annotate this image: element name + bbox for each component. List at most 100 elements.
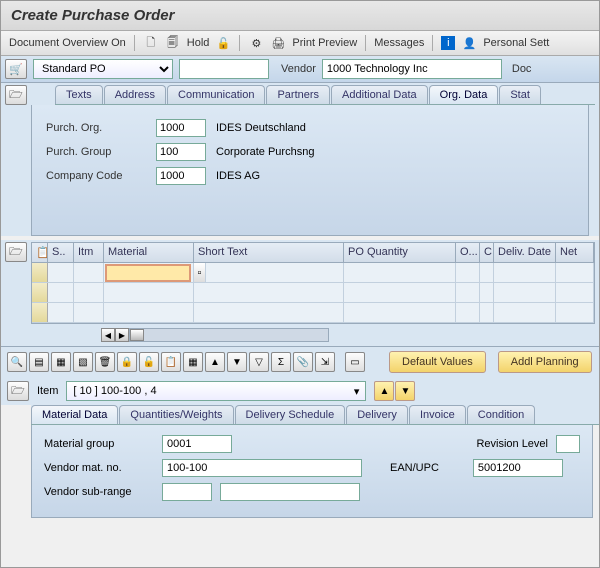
app-toolbar: Document Overview On 🗋 🗐 Hold 🔓 ⚙ 🖨 Print… bbox=[1, 31, 599, 56]
tab-delivery[interactable]: Delivery bbox=[346, 405, 408, 424]
tab-quantities[interactable]: Quantities/Weights bbox=[119, 405, 233, 424]
col-net[interactable]: Net bbox=[556, 243, 594, 262]
purch-org-input[interactable] bbox=[156, 119, 206, 137]
vendor-subrange-text[interactable] bbox=[220, 483, 360, 501]
purch-group-input[interactable] bbox=[156, 143, 206, 161]
col-item[interactable]: Itm bbox=[74, 243, 104, 262]
collapse-detail-icon[interactable]: 🗁 bbox=[7, 381, 29, 401]
col-material[interactable]: Material bbox=[104, 243, 194, 262]
cart-icon[interactable]: 🛒 bbox=[5, 59, 27, 79]
export-icon[interactable]: ⇲ bbox=[315, 352, 335, 372]
items-grid: 📋 S.. Itm Material Short Text PO Quantit… bbox=[31, 242, 595, 324]
revision-level-label: Revision Level bbox=[476, 438, 548, 450]
simulate-icon[interactable]: ⚙ bbox=[248, 35, 264, 51]
unlock-icon[interactable]: 🔓 bbox=[139, 352, 159, 372]
sum-icon[interactable]: Σ bbox=[271, 352, 291, 372]
page-title: Create Purchase Order bbox=[1, 1, 599, 31]
items-toolbar: 🔍 ▤ ▦ ▧ 🗑 🔒 🔓 📋 ▦ ▲ ▼ ▽ Σ 📎 ⇲ ▭ Default … bbox=[1, 346, 599, 377]
item-down-icon[interactable]: ▼ bbox=[395, 381, 415, 401]
ean-label: EAN/UPC bbox=[390, 462, 439, 474]
po-number-input[interactable] bbox=[179, 59, 269, 79]
check-icon[interactable]: 🔓 bbox=[215, 35, 231, 51]
col-status[interactable]: S.. bbox=[48, 243, 74, 262]
detail-icon[interactable]: 🔍 bbox=[7, 352, 27, 372]
new-doc-icon[interactable]: 🗋 bbox=[143, 35, 159, 51]
material-group-label: Material group bbox=[44, 438, 154, 450]
col-po-qty[interactable]: PO Quantity bbox=[344, 243, 456, 262]
collapse-header-icon[interactable]: 🗁 bbox=[5, 85, 27, 105]
personal-icon[interactable]: 👤 bbox=[461, 35, 477, 51]
col-selector[interactable]: 📋 bbox=[32, 243, 48, 262]
table-row[interactable]: ▫ bbox=[32, 263, 594, 283]
layout3-icon[interactable]: ▧ bbox=[73, 352, 93, 372]
item-label: Item bbox=[37, 385, 58, 397]
sort-desc-icon[interactable]: ▼ bbox=[227, 352, 247, 372]
info-icon[interactable]: i bbox=[441, 36, 455, 50]
sort-asc-icon[interactable]: ▲ bbox=[205, 352, 225, 372]
table-row[interactable] bbox=[32, 283, 594, 303]
print-icon[interactable]: 🖨 bbox=[270, 35, 286, 51]
doc-header: 🛒 Standard PO Vendor Doc bbox=[1, 56, 599, 83]
col-deliv-date[interactable]: Deliv. Date bbox=[494, 243, 556, 262]
header-tabs: Texts Address Communication Partners Add… bbox=[55, 85, 595, 105]
po-type-select[interactable]: Standard PO bbox=[33, 59, 173, 79]
vendor-label: Vendor bbox=[281, 63, 316, 75]
tab-conditions[interactable]: Condition bbox=[467, 405, 535, 424]
hscroll-track[interactable] bbox=[129, 328, 329, 342]
default-values-button[interactable]: Default Values bbox=[389, 351, 486, 373]
collapse-items-icon[interactable]: 🗁 bbox=[5, 242, 27, 262]
material-input[interactable] bbox=[105, 264, 191, 282]
scroll-left-icon[interactable]: ◀ bbox=[101, 328, 115, 342]
expand-icon[interactable]: ▭ bbox=[345, 352, 365, 372]
tab-invoice[interactable]: Invoice bbox=[409, 405, 466, 424]
vendor-subrange-input[interactable] bbox=[162, 483, 212, 501]
material-group-input[interactable] bbox=[162, 435, 232, 453]
purch-group-label: Purch. Group bbox=[46, 146, 146, 158]
purch-org-text: IDES Deutschland bbox=[216, 122, 306, 134]
other-doc-icon[interactable]: 🗐 bbox=[165, 35, 181, 51]
scroll-right-icon[interactable]: ▶ bbox=[115, 328, 129, 342]
item-select[interactable]: [ 10 ] 100-100 , 4▾ bbox=[66, 381, 366, 401]
org-data-panel: Purch. Org. IDES Deutschland Purch. Grou… bbox=[31, 105, 589, 236]
col-c[interactable]: C bbox=[480, 243, 494, 262]
purch-org-label: Purch. Org. bbox=[46, 122, 146, 134]
messages-button[interactable]: Messages bbox=[374, 37, 424, 49]
col-short-text[interactable]: Short Text bbox=[194, 243, 344, 262]
vendor-mat-label: Vendor mat. no. bbox=[44, 462, 154, 474]
filter-icon[interactable]: ▽ bbox=[249, 352, 269, 372]
doc-date-label: Doc bbox=[512, 63, 532, 75]
detail-tabs: Material Data Quantities/Weights Deliver… bbox=[31, 405, 599, 425]
print-preview-button[interactable]: Print Preview bbox=[292, 37, 357, 49]
ean-input[interactable] bbox=[473, 459, 563, 477]
tab-delivery-schedule[interactable]: Delivery Schedule bbox=[235, 405, 346, 424]
attach-icon[interactable]: 📎 bbox=[293, 352, 313, 372]
lock-icon[interactable]: 🔒 bbox=[117, 352, 137, 372]
grid1-icon[interactable]: ▦ bbox=[183, 352, 203, 372]
tab-material-data[interactable]: Material Data bbox=[31, 405, 118, 424]
vendor-mat-input[interactable] bbox=[162, 459, 362, 477]
addl-planning-button[interactable]: Addl Planning bbox=[498, 351, 592, 373]
company-code-label: Company Code bbox=[46, 170, 146, 182]
tab-status[interactable]: Stat bbox=[499, 85, 541, 104]
tab-communication[interactable]: Communication bbox=[167, 85, 265, 104]
company-code-input[interactable] bbox=[156, 167, 206, 185]
vendor-input[interactable] bbox=[322, 59, 502, 79]
tab-org-data[interactable]: Org. Data bbox=[429, 85, 499, 104]
tab-texts[interactable]: Texts bbox=[55, 85, 103, 104]
doc-overview-button[interactable]: Document Overview On bbox=[9, 37, 126, 49]
hold-button[interactable]: Hold bbox=[187, 37, 210, 49]
revision-level-input[interactable] bbox=[556, 435, 580, 453]
trash-icon[interactable]: 🗑 bbox=[95, 352, 115, 372]
f4-help-icon[interactable]: ▫ bbox=[194, 263, 206, 282]
layout1-icon[interactable]: ▤ bbox=[29, 352, 49, 372]
table-row[interactable] bbox=[32, 303, 594, 323]
item-up-icon[interactable]: ▲ bbox=[374, 381, 394, 401]
col-oun[interactable]: O... bbox=[456, 243, 480, 262]
tab-address[interactable]: Address bbox=[104, 85, 166, 104]
tab-partners[interactable]: Partners bbox=[266, 85, 330, 104]
copy-icon[interactable]: 📋 bbox=[161, 352, 181, 372]
layout2-icon[interactable]: ▦ bbox=[51, 352, 71, 372]
material-data-panel: Material group Revision Level Vendor mat… bbox=[31, 425, 593, 518]
personal-settings-button[interactable]: Personal Sett bbox=[483, 37, 549, 49]
tab-additional-data[interactable]: Additional Data bbox=[331, 85, 428, 104]
